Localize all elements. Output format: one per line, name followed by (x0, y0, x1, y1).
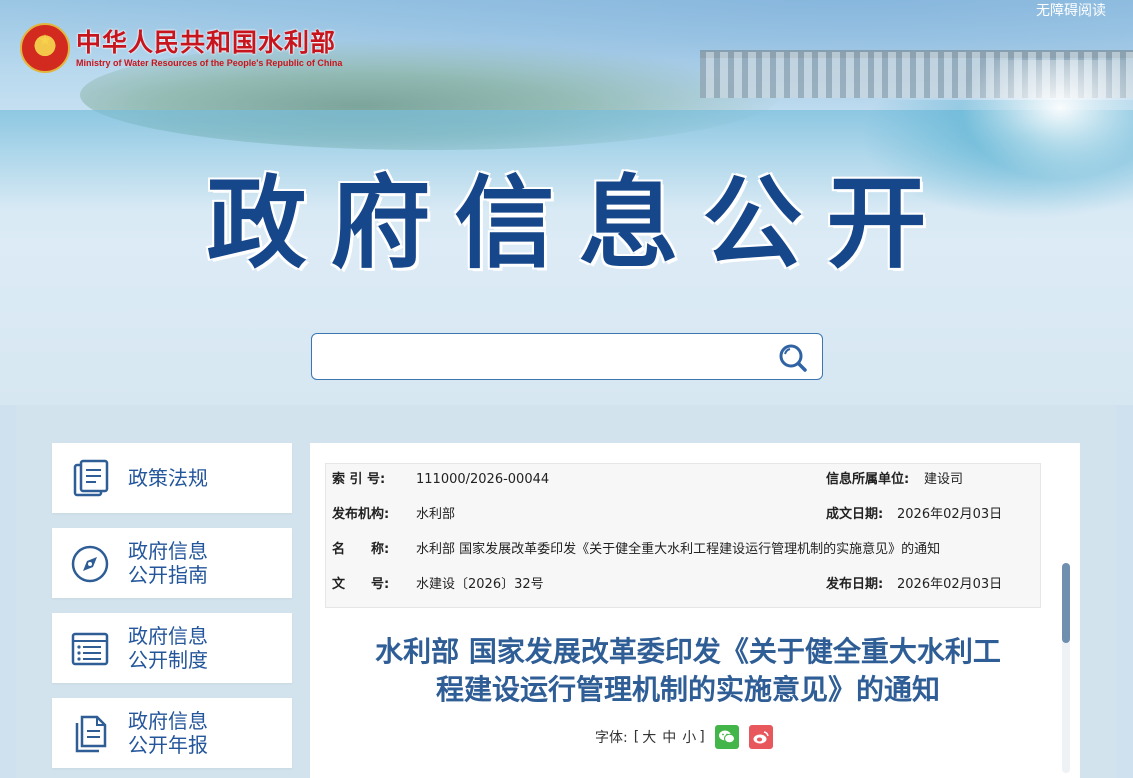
weibo-share-button[interactable] (748, 725, 773, 749)
search-icon[interactable] (778, 343, 808, 373)
owner-unit-value: 建设司 (924, 472, 964, 487)
document-content: 索 引 号: 111000/2026-00044 信息所属单位: 建设司 发布机… (310, 443, 1080, 778)
written-date-value: 2026年02月03日 (897, 507, 1003, 522)
metadata-row: 文 号: 水建设〔2026〕32号 发布日期: 2026年02月03日 (326, 575, 1042, 595)
font-bracket-open: [ (633, 729, 640, 745)
title-label: 名 称: (332, 542, 390, 557)
sidebar-item-label-line1: 政府信息 (128, 539, 208, 563)
sidebar-item-label-line2: 公开年报 (128, 733, 208, 757)
logo-text: 中华人民共和国水利部 Ministry of Water Resources o… (76, 28, 342, 69)
sidebar-item-label-line2: 公开指南 (128, 563, 208, 587)
banner-spray (960, 60, 1133, 180)
font-size-controls: 字体: [ 大 中 小 ] (595, 725, 773, 749)
metadata-row: 发布机构: 水利部 成文日期: 2026年02月03日 (326, 505, 1042, 525)
sidebar-item-label-line1: 政府信息 (128, 624, 208, 648)
document-title: 水利部 国家发展改革委印发《关于健全重大水利工 程建设运行管理机制的实施意见》的… (318, 633, 1058, 709)
logo-english-name: Ministry of Water Resources of the Peopl… (76, 57, 343, 68)
publish-date-value: 2026年02月03日 (897, 577, 1003, 592)
list-icon (71, 632, 109, 666)
site-logo[interactable]: 中华人民共和国水利部 Ministry of Water Resources o… (20, 23, 342, 73)
search-box[interactable] (311, 333, 823, 380)
sidebar-item-policies[interactable]: 政策法规 (52, 443, 292, 513)
font-medium-button[interactable]: 中 (662, 727, 676, 747)
font-large-button[interactable]: 大 (642, 727, 656, 747)
title-value: 水利部 国家发展改革委印发《关于健全重大水利工程建设运行管理机制的实施意见》的通… (416, 542, 941, 557)
book-icon (73, 459, 109, 497)
publisher-label: 发布机构: (332, 507, 390, 522)
weibo-icon (753, 731, 769, 744)
publisher-value: 水利部 (416, 507, 456, 522)
sidebar-item-system[interactable]: 政府信息 公开制度 (52, 613, 292, 683)
document-number-value: 水建设〔2026〕32号 (416, 577, 544, 592)
sidebar-item-label: 政策法规 (128, 466, 208, 490)
accessibility-link[interactable]: 无障碍阅读 (1036, 2, 1106, 20)
sidebar-item-annual-report[interactable]: 政府信息 公开年报 (52, 698, 292, 768)
wechat-icon (718, 730, 735, 744)
search-input[interactable] (322, 342, 766, 372)
index-number-value: 111000/2026-00044 (416, 472, 550, 487)
content-scrollbar[interactable] (1062, 563, 1070, 773)
sidebar-item-label: 政府信息 公开指南 (128, 528, 278, 598)
logo-chinese-name: 中华人民共和国水利部 (76, 27, 337, 57)
compass-icon (71, 545, 109, 583)
document-metadata-table: 索 引 号: 111000/2026-00044 信息所属单位: 建设司 发布机… (325, 463, 1041, 608)
publish-date-label: 发布日期: (826, 577, 884, 592)
sidebar-item-label: 政府信息 公开制度 (128, 613, 278, 683)
font-small-button[interactable]: 小 (682, 727, 696, 747)
font-bracket-close: ] (699, 729, 705, 745)
sidebar-item-guide[interactable]: 政府信息 公开指南 (52, 528, 292, 598)
written-date-label: 成文日期: (826, 507, 884, 522)
scrollbar-thumb[interactable] (1062, 563, 1070, 643)
document-icon (75, 715, 107, 753)
wechat-share-button[interactable] (714, 725, 739, 749)
metadata-row: 名 称: 水利部 国家发展改革委印发《关于健全重大水利工程建设运行管理机制的实施… (326, 540, 1042, 560)
owner-unit-label: 信息所属单位: (826, 472, 910, 487)
sidebar-item-label: 政府信息 公开年报 (128, 698, 278, 768)
document-number-label: 文 号: (332, 577, 390, 592)
page-title: 政府信息公开 (206, 165, 951, 282)
sidebar-item-label-line1: 政府信息 (128, 709, 208, 733)
index-number-label: 索 引 号: (332, 472, 386, 487)
national-emblem-icon (20, 23, 70, 73)
sidebar-item-label-line2: 公开制度 (128, 648, 208, 672)
content-panel: 政策法规 政府信息 公开指南 政府信息 公开制度 政府信息 公开年报 索 引 号… (16, 405, 1116, 778)
font-size-label: 字体: (595, 730, 628, 746)
document-title-line2: 程建设运行管理机制的实施意见》的通知 (435, 673, 940, 706)
metadata-row: 索 引 号: 111000/2026-00044 信息所属单位: 建设司 (326, 470, 1042, 490)
document-title-line1: 水利部 国家发展改革委印发《关于健全重大水利工 (375, 635, 1001, 668)
header-banner: 中华人民共和国水利部 Ministry of Water Resources o… (0, 0, 1133, 405)
